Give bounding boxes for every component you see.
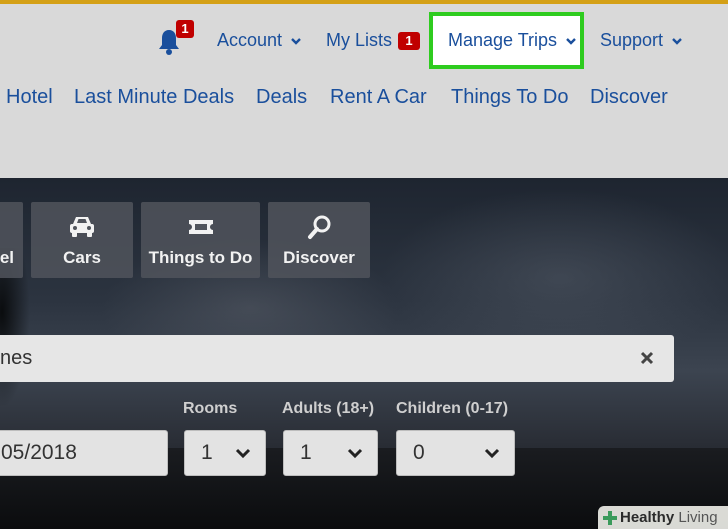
rooms-value: 1: [201, 441, 213, 464]
destination-input[interactable]: nes: [0, 335, 674, 382]
site-header: 1 Account My Lists 1 Manage Trips Suppor…: [0, 4, 728, 178]
search-icon: [308, 215, 331, 239]
account-menu[interactable]: Account: [217, 30, 302, 51]
my-lists-label: My Lists: [326, 30, 393, 50]
support-label: Support: [600, 30, 664, 50]
account-label: Account: [217, 30, 283, 50]
tab-label: Discover: [283, 248, 355, 267]
ticket-icon: [188, 220, 213, 234]
checkout-date-value: 05/2018: [1, 441, 77, 464]
tab-label: Cars: [63, 248, 101, 267]
tab-label: el: [0, 248, 14, 267]
adults-value: 1: [300, 441, 312, 464]
my-lists-link[interactable]: My Lists 1: [326, 30, 421, 51]
my-lists-badge: 1: [398, 31, 421, 50]
watermark-suffix: Living: [678, 509, 718, 526]
nav-hotel[interactable]: Hotel: [6, 86, 53, 109]
chevron-down-icon: [566, 37, 576, 45]
nav-rent-a-car[interactable]: Rent A Car: [330, 86, 427, 109]
children-value: 0: [413, 441, 425, 464]
tab-things-to-do[interactable]: Things to Do: [141, 202, 260, 278]
close-icon[interactable]: [638, 349, 656, 367]
utility-nav: 1 Account My Lists 1 Manage Trips Suppor…: [0, 4, 728, 74]
nav-last-minute-deals[interactable]: Last Minute Deals: [74, 86, 234, 109]
tab-hotel[interactable]: el: [0, 202, 23, 278]
chevron-down-icon: [484, 448, 500, 459]
destination-value: nes: [0, 347, 33, 369]
nav-deals[interactable]: Deals: [256, 86, 307, 109]
adults-select[interactable]: 1: [283, 430, 378, 476]
tab-label: Things to Do: [148, 248, 253, 267]
nav-things-to-do[interactable]: Things To Do: [451, 86, 568, 109]
chevron-down-icon: [235, 448, 251, 459]
watermark: Healthy Living: [598, 506, 728, 529]
checkout-date-field[interactable]: 05/2018: [0, 430, 168, 476]
children-select[interactable]: 0: [396, 430, 515, 476]
tab-cars[interactable]: Cars: [31, 202, 133, 278]
main-nav: Hotel Last Minute Deals Deals Rent A Car…: [0, 86, 728, 116]
chevron-down-icon: [347, 448, 363, 459]
tab-discover[interactable]: Discover: [268, 202, 370, 278]
manage-trips-label: Manage Trips: [448, 30, 558, 50]
car-icon: [70, 217, 94, 237]
children-label: Children (0-17): [396, 400, 509, 417]
chevron-down-icon: [672, 37, 682, 45]
rooms-select[interactable]: 1: [184, 430, 266, 476]
nav-discover[interactable]: Discover: [590, 86, 668, 109]
notification-badge: 1: [176, 20, 194, 38]
manage-trips-menu[interactable]: Manage Trips: [448, 30, 577, 51]
plus-icon: [603, 511, 617, 525]
watermark-brand: Healthy: [620, 509, 675, 526]
support-menu[interactable]: Support: [600, 30, 683, 51]
hero-search-panel: el Cars Things to Do Discover nes Rooms …: [0, 178, 728, 529]
chevron-down-icon: [291, 37, 301, 45]
adults-label: Adults (18+): [282, 400, 375, 417]
rooms-label: Rooms: [183, 400, 238, 417]
